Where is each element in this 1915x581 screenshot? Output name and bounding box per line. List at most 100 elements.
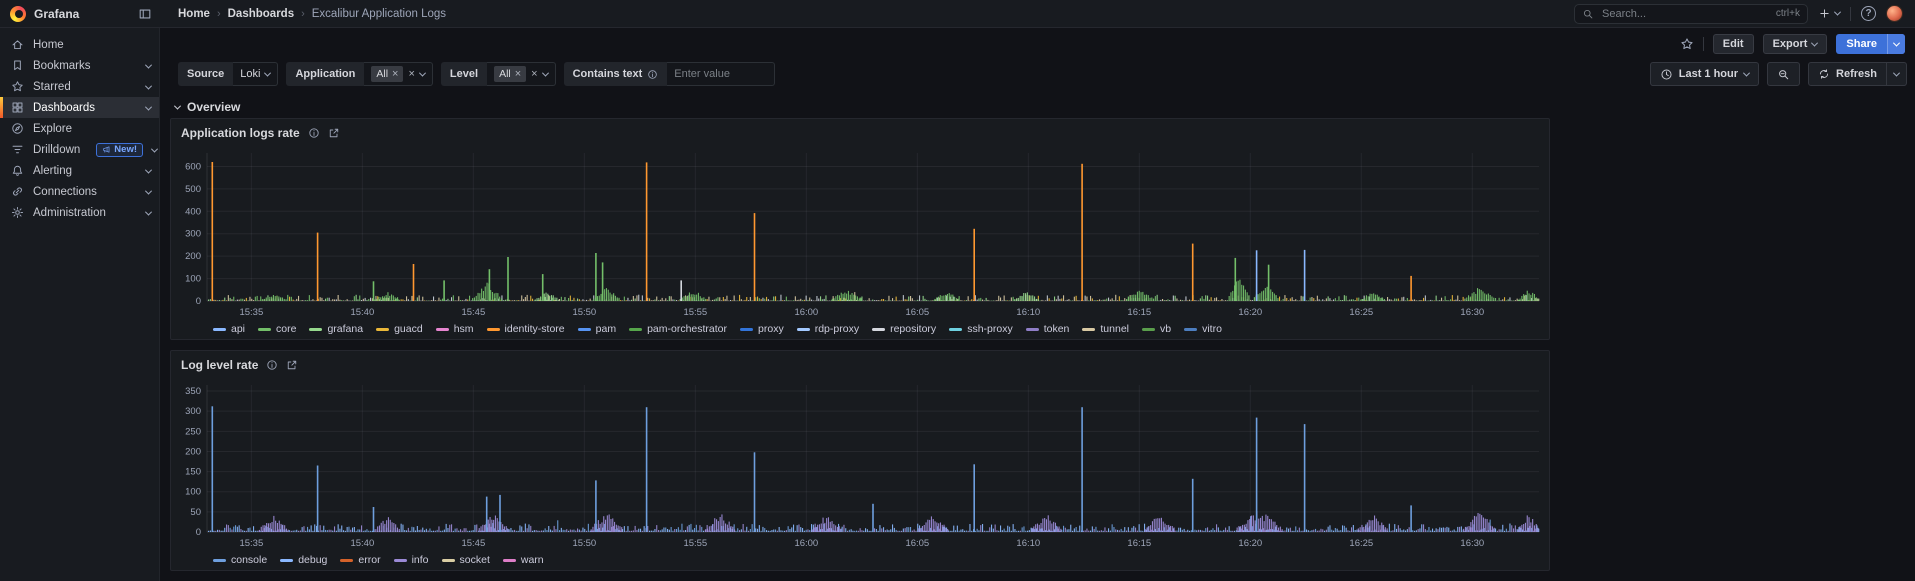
- breadcrumb-home[interactable]: Home: [178, 8, 210, 20]
- avatar[interactable]: [1886, 5, 1903, 22]
- legend-item-error[interactable]: error: [340, 554, 381, 566]
- log-level-rate-chart[interactable]: 15:35 15:40 15:45 15:50 15:55 16:00 16:05 16:10…: [171, 379, 1549, 550]
- sidebar-item-starred[interactable]: Starred: [0, 76, 159, 97]
- sidebar-item-connections[interactable]: Connections: [0, 181, 159, 202]
- refresh-button[interactable]: Refresh: [1808, 62, 1887, 86]
- external-link-icon[interactable]: [328, 127, 340, 139]
- level-filter-label: Level: [440, 62, 488, 86]
- sidebar-item-alerting[interactable]: Alerting: [0, 160, 159, 181]
- legend-item-token[interactable]: token: [1025, 323, 1069, 335]
- legend-label: warn: [520, 554, 544, 566]
- svg-text:250: 250: [185, 426, 201, 437]
- chevron-down-icon: [1811, 39, 1819, 47]
- legend-item-core[interactable]: core: [258, 323, 296, 335]
- legend-item-vb[interactable]: vb: [1142, 323, 1171, 335]
- legend-swatch: [213, 327, 226, 331]
- legend-item-vitro[interactable]: vitro: [1184, 323, 1222, 335]
- close-icon[interactable]: ×: [392, 68, 398, 80]
- legend-swatch: [577, 327, 591, 331]
- filter-application: Application All × ×: [286, 62, 433, 86]
- share-button[interactable]: Share: [1836, 34, 1905, 54]
- panel-log-level-rate: Log level rate 15:35 15:40 15:45 15:50 15:55…: [170, 350, 1550, 571]
- share-label[interactable]: Share: [1836, 34, 1887, 54]
- application-select[interactable]: All × ×: [364, 62, 433, 86]
- time-range-picker[interactable]: Last 1 hour: [1649, 62, 1760, 86]
- plus-icon: [1818, 7, 1831, 20]
- filter-source: Source Loki: [178, 62, 279, 86]
- legend-item-pam-orchestrator[interactable]: pam-orchestrator: [629, 323, 727, 335]
- topbar-left: Grafana: [0, 5, 160, 22]
- sidebar-toggle-icon[interactable]: [138, 7, 152, 21]
- filter-level: Level All × ×: [440, 62, 556, 86]
- info-icon[interactable]: [647, 69, 658, 80]
- star-icon: [11, 80, 24, 93]
- breadcrumb-dashboards[interactable]: Dashboards: [228, 8, 294, 20]
- legend-swatch: [740, 327, 754, 331]
- legend-item-rdp-proxy[interactable]: rdp-proxy: [796, 323, 859, 335]
- grafana-logo-icon[interactable]: [10, 5, 26, 22]
- legend-label: identity-store: [504, 323, 565, 335]
- legend-item-console[interactable]: console: [213, 554, 267, 566]
- section-overview[interactable]: Overview: [173, 100, 240, 114]
- external-link-icon[interactable]: [286, 359, 298, 371]
- star-icon[interactable]: [1680, 37, 1694, 51]
- application-all-chip[interactable]: All ×: [371, 66, 404, 82]
- legend-item-api[interactable]: api: [213, 323, 245, 335]
- svg-text:16:25: 16:25: [1349, 538, 1373, 549]
- panel-title[interactable]: Application logs rate: [181, 126, 300, 140]
- info-icon[interactable]: [266, 359, 278, 371]
- legend-item-info[interactable]: info: [393, 554, 429, 566]
- legend-item-guacd[interactable]: guacd: [376, 323, 423, 335]
- contains-text-input[interactable]: [667, 62, 776, 86]
- legend-label: ssh-proxy: [967, 323, 1013, 335]
- help-icon[interactable]: ?: [1861, 6, 1876, 21]
- legend-item-warn[interactable]: warn: [502, 554, 544, 566]
- info-icon[interactable]: [308, 127, 320, 139]
- legend-item-proxy[interactable]: proxy: [740, 323, 784, 335]
- sidebar-item-dashboards[interactable]: Dashboards: [0, 97, 159, 118]
- legend-item-hsm[interactable]: hsm: [435, 323, 474, 335]
- application-logs-rate-chart[interactable]: 15:35 15:40 15:45 15:50 15:55 16:00 16:05 16:10…: [171, 147, 1549, 319]
- refresh-controls: Refresh: [1808, 62, 1907, 86]
- legend-item-repository[interactable]: repository: [872, 323, 936, 335]
- sidebar-item-home[interactable]: Home: [0, 34, 159, 55]
- svg-text:15:45: 15:45: [461, 538, 485, 549]
- legend-item-ssh-proxy[interactable]: ssh-proxy: [949, 323, 1013, 335]
- clear-icon[interactable]: ×: [408, 68, 414, 80]
- source-select[interactable]: Loki: [233, 62, 279, 86]
- sidebar-item-bookmarks[interactable]: Bookmarks: [0, 55, 159, 76]
- legend-item-identity-store[interactable]: identity-store: [486, 323, 565, 335]
- megaphone-icon: [102, 145, 111, 154]
- filter-contains-text: Contains text: [563, 62, 776, 86]
- legend-item-socket[interactable]: socket: [441, 554, 490, 566]
- level-all-chip[interactable]: All ×: [494, 66, 527, 82]
- zoom-out-button[interactable]: [1767, 62, 1801, 86]
- search-input[interactable]: [1600, 6, 1770, 21]
- legend-item-grafana[interactable]: grafana: [309, 323, 363, 335]
- search-box[interactable]: ctrl+k: [1574, 3, 1808, 24]
- legend-item-debug[interactable]: debug: [280, 554, 327, 566]
- sidebar-item-administration[interactable]: Administration: [0, 202, 159, 223]
- zoom-out-icon: [1777, 68, 1790, 81]
- svg-text:16:00: 16:00: [794, 538, 818, 549]
- sidebar-item-explore[interactable]: Explore: [0, 118, 159, 139]
- add-new-button[interactable]: [1818, 7, 1842, 20]
- edit-button[interactable]: Edit: [1712, 34, 1754, 54]
- panel-title[interactable]: Log level rate: [181, 358, 258, 372]
- refresh-interval-dropdown[interactable]: [1887, 62, 1907, 86]
- export-button[interactable]: Export: [1762, 34, 1828, 54]
- close-icon[interactable]: ×: [515, 68, 521, 80]
- legend-swatch: [1082, 327, 1096, 331]
- legend-item-tunnel[interactable]: tunnel: [1082, 323, 1129, 335]
- clear-icon[interactable]: ×: [531, 68, 537, 80]
- breadcrumb: Home › Dashboards › Excalibur Applicatio…: [178, 8, 446, 20]
- share-dropdown-toggle[interactable]: [1887, 34, 1905, 54]
- new-badge: New!: [96, 142, 143, 157]
- sidebar-item-drilldown[interactable]: Drilldown New!: [0, 139, 159, 160]
- svg-text:15:50: 15:50: [572, 307, 596, 318]
- level-select[interactable]: All × ×: [487, 62, 556, 86]
- chevron-down-icon: [144, 60, 153, 72]
- compass-icon: [11, 122, 24, 135]
- contains-text-label: Contains text: [563, 62, 668, 86]
- legend-item-pam[interactable]: pam: [577, 323, 616, 335]
